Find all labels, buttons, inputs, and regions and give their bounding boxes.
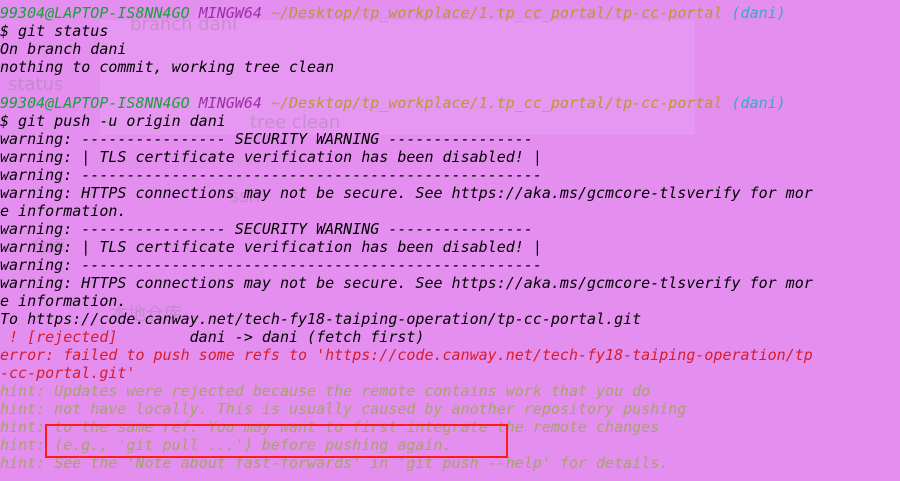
terminal-text-segment: error: failed to push some refs to 'http… [0, 346, 813, 364]
terminal-text-segment: nothing to commit, working tree clean [0, 58, 335, 76]
terminal-text-segment: warning: ---------------- SECURITY WARNI… [0, 220, 533, 238]
terminal-output[interactable]: 99304@LAPTOP-IS8NN4GO MINGW64 ~/Desktop/… [0, 4, 900, 472]
terminal-text-segment: -cc-portal.git' [0, 364, 136, 382]
terminal-text-segment: warning: -------------------------------… [0, 166, 542, 184]
terminal-line: 99304@LAPTOP-IS8NN4GO MINGW64 ~/Desktop/… [0, 4, 900, 22]
terminal-line: warning: HTTPS connections may not be se… [0, 274, 900, 292]
terminal-text-segment: To https://code.canway.net/tech-fy18-tai… [0, 310, 642, 328]
terminal-line: ! [rejected] dani -> dani (fetch first) [0, 328, 900, 346]
terminal-text-segment: $ git status [0, 22, 109, 40]
terminal-line: warning: -------------------------------… [0, 166, 900, 184]
terminal-text-segment: dani -> dani (fetch first) [189, 328, 425, 346]
terminal-text-segment: warning: HTTPS connections may not be se… [0, 184, 813, 202]
terminal-line: 99304@LAPTOP-IS8NN4GO MINGW64 ~/Desktop/… [0, 94, 900, 112]
terminal-line: On branch dani [0, 40, 900, 58]
terminal-text-segment: MINGW64 [198, 94, 271, 112]
terminal-line: warning: ---------------- SECURITY WARNI… [0, 220, 900, 238]
terminal-text-segment: ~/Desktop/tp_workplace/1.tp_cc_portal/tp… [270, 4, 732, 22]
terminal-line: warning: | TLS certificate verification … [0, 238, 900, 256]
terminal-line: error: failed to push some refs to 'http… [0, 346, 900, 364]
terminal-line: warning: -------------------------------… [0, 256, 900, 274]
terminal-text-segment: hint: See the 'Note about fast-forwards'… [0, 454, 669, 472]
terminal-text-segment: (dani) [731, 4, 786, 22]
terminal-text-segment: e information. [0, 292, 127, 310]
terminal-text-segment: warning: ---------------- SECURITY WARNI… [0, 130, 533, 148]
terminal-text-segment: warning: -------------------------------… [0, 256, 542, 274]
terminal-text-segment: hint: (e.g., 'git pull ...') before push… [0, 436, 452, 454]
terminal-text-segment: On branch dani [0, 40, 127, 58]
terminal-line: warning: HTTPS connections may not be se… [0, 184, 900, 202]
terminal-text-segment: warning: | TLS certificate verification … [0, 148, 542, 166]
terminal-line: hint: Updates were rejected because the … [0, 382, 900, 400]
terminal-text-segment: ~/Desktop/tp_workplace/1.tp_cc_portal/tp… [270, 94, 732, 112]
terminal-text-segment: $ git push -u origin dani [0, 112, 226, 130]
terminal-text-segment: hint: not have locally. This is usually … [0, 400, 687, 418]
terminal-text-segment: (dani) [731, 94, 786, 112]
terminal-line: -cc-portal.git' [0, 364, 900, 382]
terminal-line: e information. [0, 292, 900, 310]
terminal-line: warning: | TLS certificate verification … [0, 148, 900, 166]
terminal-text-segment: warning: HTTPS connections may not be se… [0, 274, 813, 292]
terminal-line: nothing to commit, working tree clean [0, 58, 900, 76]
terminal-text-segment: 99304@LAPTOP-IS8NN4GO [0, 94, 199, 112]
terminal-line: hint: (e.g., 'git pull ...') before push… [0, 436, 900, 454]
terminal-line: hint: to the same ref. You may want to f… [0, 418, 900, 436]
terminal-text-segment: hint: Updates were rejected because the … [0, 382, 651, 400]
terminal-line: $ git status [0, 22, 900, 40]
terminal-line: hint: See the 'Note about fast-forwards'… [0, 454, 900, 472]
terminal-text-segment: e information. [0, 202, 127, 220]
terminal-text-segment: hint: to the same ref. You may want to f… [0, 418, 660, 436]
terminal-line: warning: ---------------- SECURITY WARNI… [0, 130, 900, 148]
terminal-line: e information. [0, 202, 900, 220]
terminal-line: To https://code.canway.net/tech-fy18-tai… [0, 310, 900, 328]
terminal-line: $ git push -u origin dani [0, 112, 900, 130]
terminal-text-segment: ! [rejected] [0, 328, 190, 346]
terminal-line: hint: not have locally. This is usually … [0, 400, 900, 418]
terminal-text-segment: 99304@LAPTOP-IS8NN4GO [0, 4, 199, 22]
terminal-text-segment: MINGW64 [198, 4, 271, 22]
terminal-text-segment: warning: | TLS certificate verification … [0, 238, 542, 256]
